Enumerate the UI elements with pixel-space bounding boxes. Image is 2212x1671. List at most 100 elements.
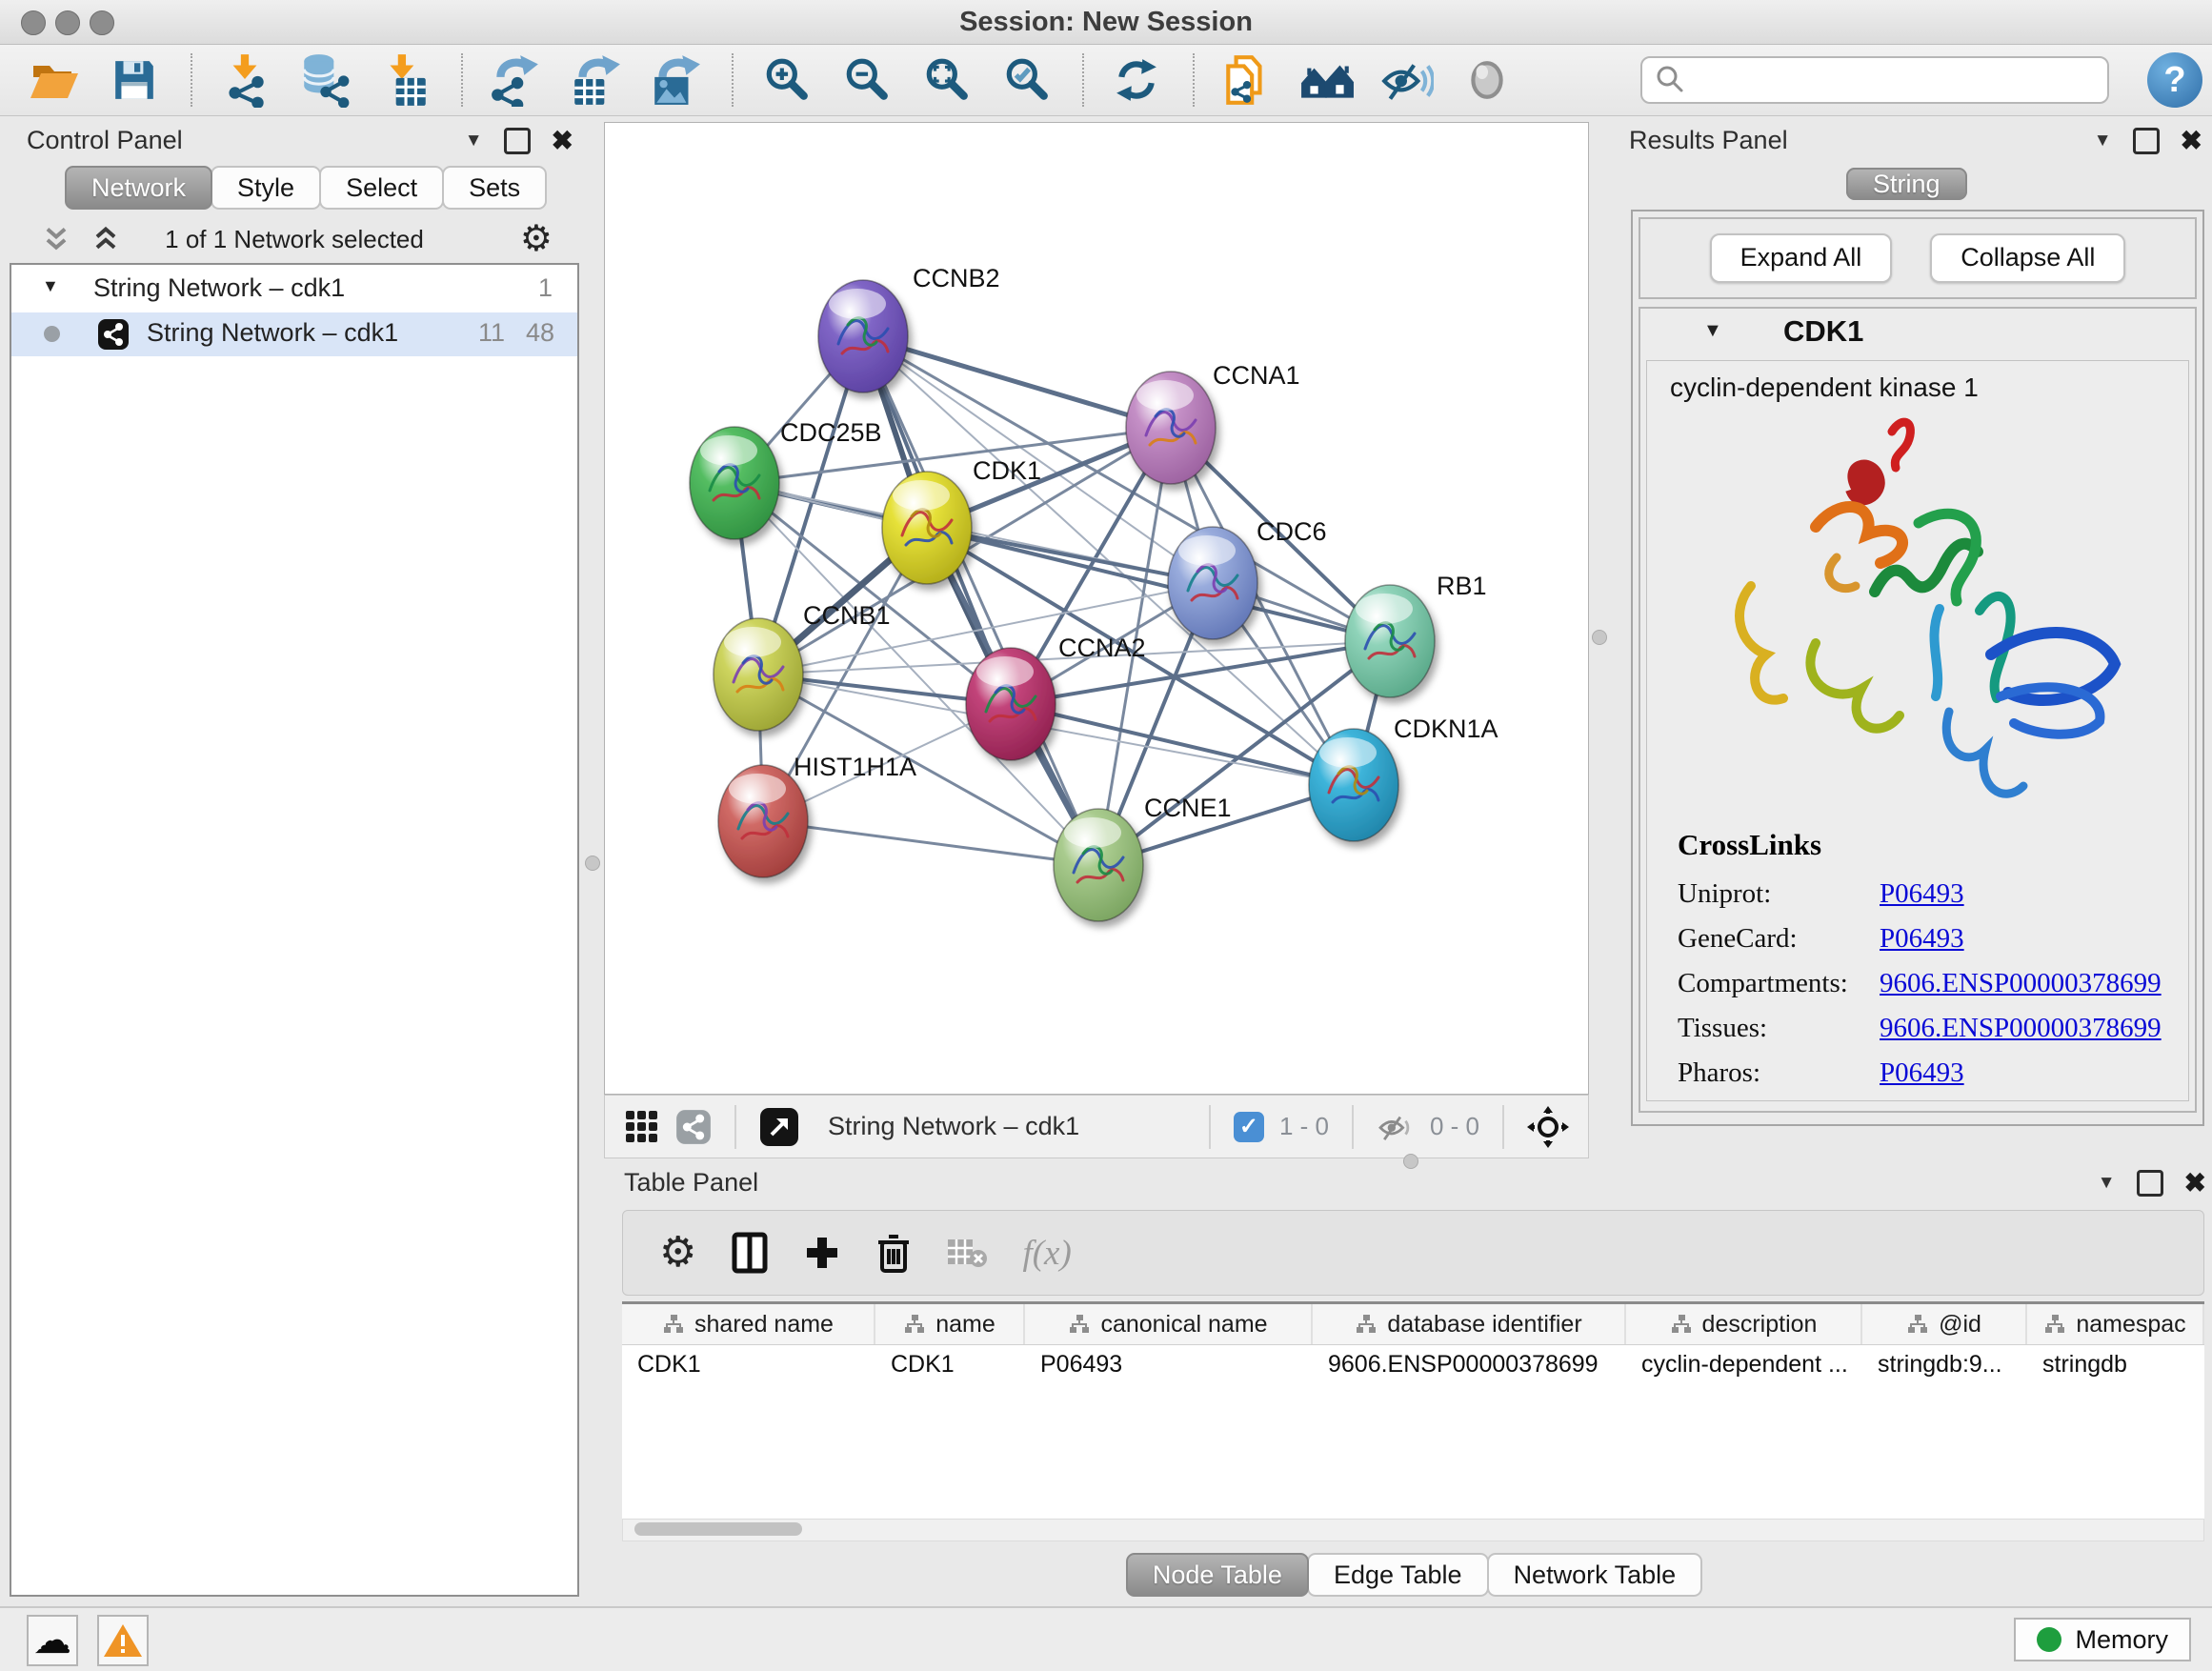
network-node[interactable]: CCNB1 (714, 601, 891, 731)
toolbar-separator (1502, 1105, 1504, 1149)
network-node[interactable]: CDKN1A (1309, 715, 1498, 841)
table-cell[interactable]: P06493 (1025, 1345, 1313, 1383)
network-edge[interactable] (863, 336, 1171, 428)
zoom-selected-button[interactable] (996, 50, 1056, 110)
network-node[interactable]: HIST1H1A (718, 753, 916, 877)
network-collection-row[interactable]: ▼ String Network – cdk1 1 (11, 271, 577, 311)
network-node[interactable]: CCNE1 (1054, 794, 1232, 921)
hide-selected-button[interactable] (1377, 50, 1437, 110)
gear-icon[interactable]: ⚙ (520, 221, 553, 257)
open-in-window-icon[interactable] (759, 1107, 799, 1147)
help-button[interactable]: ? (2147, 52, 2202, 108)
delete-column-icon[interactable] (875, 1231, 912, 1275)
crosslink-link[interactable]: P06493 (1880, 923, 1964, 955)
panel-close-icon[interactable]: ✖ (552, 131, 573, 151)
horizontal-scrollbar[interactable] (622, 1519, 2204, 1541)
tab-network-table[interactable]: Network Table (1487, 1553, 1703, 1597)
search-field[interactable] (1640, 56, 2109, 104)
warnings-button[interactable] (97, 1615, 149, 1666)
table-cell[interactable]: CDK1 (622, 1345, 875, 1383)
toolbar-separator (1352, 1105, 1354, 1149)
birdseye-grid-icon[interactable] (624, 1109, 660, 1145)
share-network-icon[interactable] (675, 1109, 712, 1145)
tab-network[interactable]: Network (65, 166, 212, 210)
refresh-button[interactable] (1107, 50, 1166, 110)
tab-node-table[interactable]: Node Table (1126, 1553, 1309, 1597)
memory-button[interactable]: Memory (2014, 1618, 2191, 1661)
add-column-icon[interactable] (803, 1234, 841, 1272)
protein-structure-image (1694, 405, 2142, 824)
column-header[interactable]: shared name (622, 1304, 875, 1344)
export-network-button[interactable] (486, 50, 545, 110)
tree-expander-icon[interactable]: ▼ (42, 276, 59, 296)
splitter-handle[interactable] (1403, 1154, 1418, 1169)
network-node[interactable]: RB1 (1345, 572, 1487, 697)
save-session-button[interactable] (105, 50, 164, 110)
open-session-button[interactable] (25, 50, 84, 110)
panel-menu-icon[interactable]: ▼ (2094, 131, 2112, 151)
tab-edge-table[interactable]: Edge Table (1307, 1553, 1489, 1597)
table-row[interactable]: CDK1CDK1P064939606.ENSP00000378699cyclin… (622, 1345, 2204, 1383)
network-edge[interactable] (763, 821, 1098, 865)
panel-float-icon[interactable] (2133, 128, 2160, 154)
collapse-all-button[interactable]: Collapse All (1930, 233, 2125, 283)
search-input[interactable] (1694, 65, 2107, 96)
column-header[interactable]: name (875, 1304, 1025, 1344)
titlebar: Session: New Session (0, 0, 2212, 45)
crosslink-link[interactable]: P06493 (1880, 1057, 1964, 1089)
node-table[interactable]: shared namenamecanonical namedatabase id… (622, 1301, 2204, 1521)
panel-float-icon[interactable] (504, 128, 531, 154)
network-node[interactable]: CDC25B (690, 418, 882, 539)
network-row-selected[interactable]: String Network – cdk1 11 48 (11, 312, 577, 356)
import-network-button[interactable] (215, 50, 274, 110)
crosslink-link[interactable]: P06493 (1880, 878, 1964, 910)
tab-select[interactable]: Select (319, 166, 444, 210)
column-header[interactable]: namespac (2027, 1304, 2204, 1344)
splitter-handle[interactable] (1592, 630, 1607, 645)
import-table-button[interactable] (375, 50, 434, 110)
import-database-button[interactable] (295, 50, 354, 110)
table-gear-icon[interactable]: ⚙ (659, 1235, 696, 1271)
panel-close-icon[interactable]: ✖ (2184, 1173, 2206, 1194)
columns-icon[interactable] (731, 1231, 769, 1275)
zoom-out-button[interactable] (836, 50, 895, 110)
panel-close-icon[interactable]: ✖ (2181, 131, 2202, 151)
panel-float-icon[interactable] (2137, 1170, 2163, 1197)
tab-style[interactable]: Style (211, 166, 321, 210)
crosshair-icon[interactable] (1527, 1106, 1569, 1148)
zoom-in-button[interactable] (756, 50, 815, 110)
zoom-fit-button[interactable] (916, 50, 975, 110)
column-header[interactable]: canonical name (1025, 1304, 1313, 1344)
selected-checkbox-icon[interactable]: ✓ (1234, 1112, 1264, 1142)
cloud-button[interactable]: ☁ (27, 1615, 78, 1666)
export-image-button[interactable] (646, 50, 705, 110)
column-header[interactable]: description (1626, 1304, 1862, 1344)
splitter-handle[interactable] (585, 856, 600, 871)
column-header[interactable]: @id (1862, 1304, 2027, 1344)
column-header[interactable]: database identifier (1313, 1304, 1626, 1344)
network-edge[interactable] (1011, 704, 1354, 785)
table-cell[interactable]: stringdb (2027, 1345, 2204, 1383)
protein-section-header[interactable]: ▼ CDK1 (1640, 309, 2195, 356)
table-cell[interactable]: 9606.ENSP00000378699 (1313, 1345, 1626, 1383)
scrollbar-thumb[interactable] (634, 1522, 802, 1536)
table-cell[interactable]: stringdb:9... (1862, 1345, 2027, 1383)
network-node[interactable]: CCNB2 (818, 264, 1000, 393)
show-all-button[interactable] (1458, 50, 1517, 110)
table-cell[interactable]: cyclin-dependent ... (1626, 1345, 1862, 1383)
section-expander-icon[interactable]: ▼ (1703, 320, 1722, 342)
tab-string[interactable]: String (1846, 168, 1967, 200)
table-cell[interactable]: CDK1 (875, 1345, 1025, 1383)
crosslink-link[interactable]: 9606.ENSP00000378699 (1880, 968, 2162, 999)
tab-sets[interactable]: Sets (442, 166, 547, 210)
home-network-button[interactable] (1297, 50, 1357, 110)
panel-menu-icon[interactable]: ▼ (2098, 1173, 2116, 1194)
network-canvas[interactable]: CCNB2CCNA1CDC25BCDK1CDC6RB1CCNB1CCNA2CDK… (604, 122, 1589, 1095)
expand-all-button[interactable]: Expand All (1710, 233, 1893, 283)
network-node[interactable]: CCNA1 (1126, 361, 1300, 484)
share-document-button[interactable] (1217, 50, 1277, 110)
export-table-button[interactable] (566, 50, 625, 110)
panel-menu-icon[interactable]: ▼ (465, 131, 483, 151)
crosslink-link[interactable]: 9606.ENSP00000378699 (1880, 1013, 2162, 1044)
network-edge[interactable] (863, 336, 1098, 865)
